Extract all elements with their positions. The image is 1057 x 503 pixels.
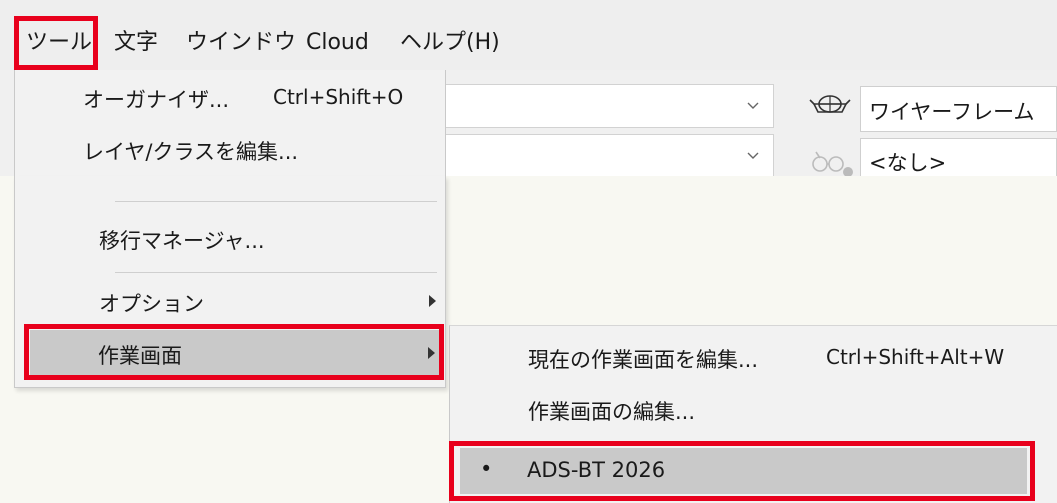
light-setting-value: <なし>: [869, 151, 947, 175]
menu-item-label: レイヤ/クラスを編集...: [83, 140, 299, 164]
menu-item-label: オーガナイザ...: [83, 88, 230, 112]
glasses-icon[interactable]: [806, 140, 854, 176]
menu-item-options[interactable]: オプション: [15, 278, 445, 324]
menu-item-label: 移行マネージャ...: [99, 229, 265, 253]
menu-item-label: 現在の作業画面を編集...: [528, 348, 759, 372]
menu-item-migration-manager[interactable]: 移行マネージャ...: [15, 212, 445, 264]
chevron-down-icon: [747, 152, 759, 159]
menu-item-organizer[interactable]: オーガナイザ... Ctrl+Shift+O: [15, 76, 445, 122]
menu-item-label: 作業画面の編集...: [528, 400, 696, 424]
menu-window[interactable]: ウインドウ: [186, 22, 296, 64]
menu-help[interactable]: ヘルプ(H): [400, 22, 500, 64]
light-setting-field[interactable]: <なし>: [860, 138, 1057, 176]
render-mode-field[interactable]: ワイヤーフレーム: [860, 86, 1057, 132]
menu-text[interactable]: 文字: [114, 22, 158, 64]
menu-separator: [115, 201, 437, 202]
app-toolbar-area: ツール 文字 ウインドウ Cloud ヘルプ(H) ワイヤーフレーム <なし> …: [0, 0, 1057, 176]
menu-bar: ツール 文字 ウインドウ Cloud ヘルプ(H): [0, 0, 1057, 70]
submenu-arrow-icon: [429, 295, 436, 307]
class-combo[interactable]: [430, 84, 774, 128]
highlight-box-ads: [449, 441, 1035, 501]
tools-menu: オーガナイザ... Ctrl+Shift+O レイヤ/クラスを編集...: [14, 70, 446, 176]
menu-cloud[interactable]: Cloud: [306, 22, 369, 64]
highlight-box-tools: [14, 16, 98, 70]
menu-item-shortcut: Ctrl+Shift+O: [273, 85, 404, 109]
chevron-down-icon: [747, 102, 759, 109]
menu-item-label: オプション: [99, 292, 204, 316]
render-mode-value: ワイヤーフレーム: [869, 100, 1035, 124]
submenu-item-edit-workscreens[interactable]: 作業画面の編集...: [450, 386, 1050, 434]
layer-combo[interactable]: [430, 134, 774, 176]
highlight-box-workscreen: [24, 324, 444, 380]
menu-separator: [115, 272, 437, 273]
menu-item-shortcut: Ctrl+Shift+Alt+W: [826, 345, 1005, 369]
render-mode-icon[interactable]: [806, 86, 854, 126]
menu-item-edit-layers[interactable]: レイヤ/クラスを編集...: [15, 128, 445, 174]
submenu-item-edit-current[interactable]: 現在の作業画面を編集... Ctrl+Shift+Alt+W: [450, 334, 1050, 382]
